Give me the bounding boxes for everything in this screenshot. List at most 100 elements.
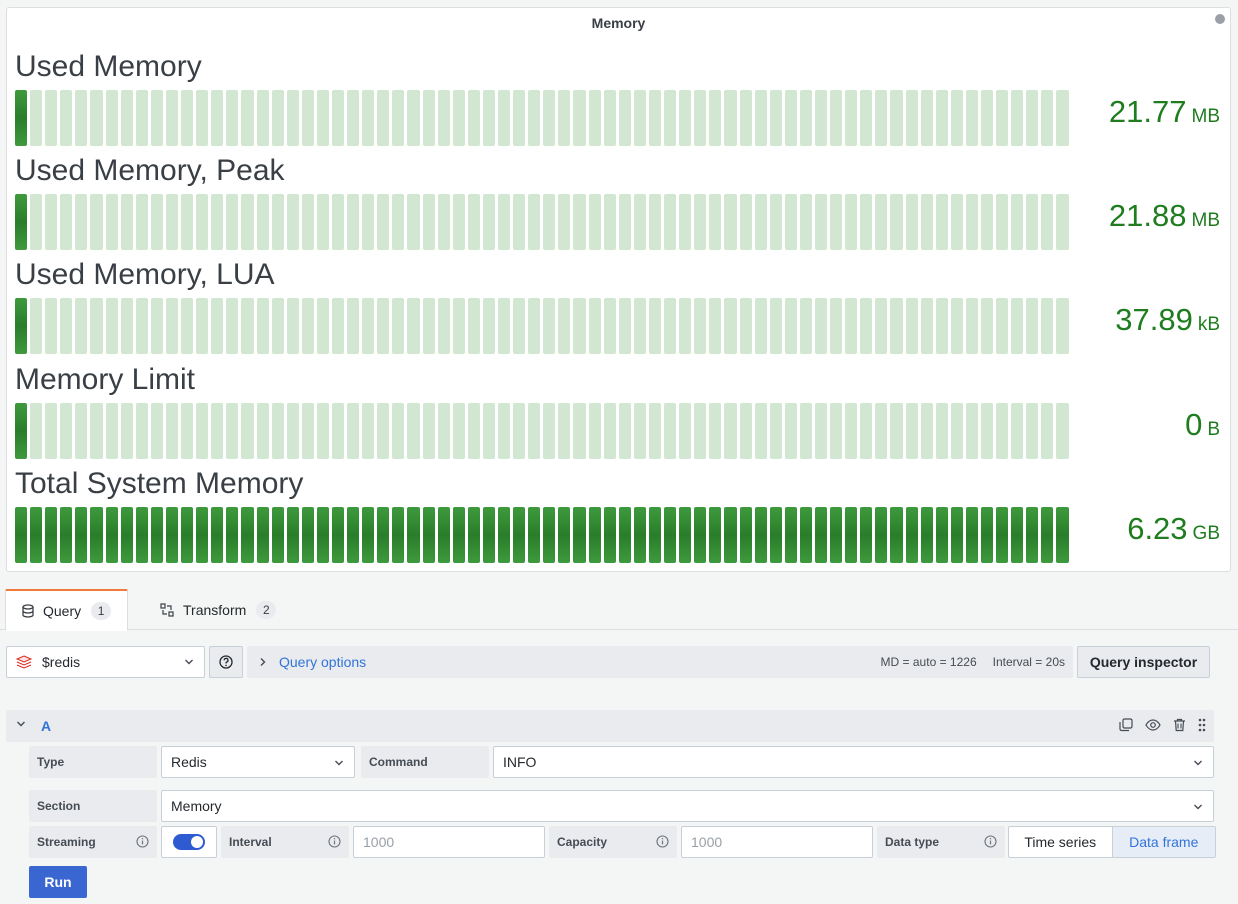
gauge-number: 37.89: [1115, 302, 1193, 337]
gauge-cell: [211, 90, 224, 146]
query-ref-id[interactable]: A: [41, 718, 51, 734]
datasource-picker[interactable]: $redis: [6, 646, 205, 678]
redis-icon: [16, 655, 32, 669]
info-circle-icon[interactable]: [136, 835, 149, 848]
data-type-option-time-series[interactable]: Time series: [1009, 827, 1112, 857]
streaming-label-text: Streaming: [37, 835, 96, 849]
gauge-cell: [633, 298, 646, 354]
gauge-cell: [981, 90, 994, 146]
gauge-cell: [271, 403, 284, 459]
gauge-cell: [452, 194, 465, 250]
command-label: Command: [361, 746, 489, 778]
gauge-cell: [181, 90, 194, 146]
gauge-cell: [905, 507, 918, 563]
gauge-cell: [981, 194, 994, 250]
gauge-cell: [467, 298, 480, 354]
gauge-cell: [392, 194, 405, 250]
drag-handle-icon[interactable]: [1198, 718, 1206, 732]
gauge-cell: [1041, 194, 1054, 250]
gauge-cell: [30, 90, 43, 146]
gauge-cell: [965, 403, 978, 459]
gauge-cell: [875, 403, 888, 459]
gauge-cell: [950, 298, 963, 354]
gauge-cell: [603, 194, 616, 250]
section-select[interactable]: Memory: [161, 790, 1214, 822]
datasource-help-button[interactable]: [209, 646, 243, 678]
gauge-cell: [528, 194, 541, 250]
gauge-cell: [15, 507, 28, 563]
gauge-value: 6.23 GB: [1127, 511, 1220, 559]
gauge-cell: [181, 507, 194, 563]
gauge-cell: [920, 194, 933, 250]
gauge-cell: [165, 298, 179, 354]
query-row-header[interactable]: A: [6, 710, 1214, 742]
gauge-cell: [90, 507, 103, 563]
gauge-cell: [45, 403, 58, 459]
gauge-cell: [875, 90, 888, 146]
gauge-cell: [377, 298, 390, 354]
toggle-switch[interactable]: [173, 834, 205, 850]
type-select[interactable]: Redis: [161, 746, 355, 778]
gauge-cell: [709, 194, 722, 250]
gauge-cell: [905, 90, 918, 146]
gauge-cell: [271, 194, 284, 250]
gauge-cell: [467, 403, 480, 459]
info-circle-icon[interactable]: [328, 835, 341, 848]
gauge-cell: [935, 403, 948, 459]
info-circle-icon[interactable]: [984, 835, 997, 848]
gauge-cell: [211, 298, 224, 354]
chevron-down-icon[interactable]: [16, 720, 26, 728]
gauge-cell: [754, 507, 767, 563]
capacity-input[interactable]: [681, 826, 873, 858]
gauge-cell: [392, 298, 405, 354]
gauge-cell: [603, 507, 616, 563]
interval-input[interactable]: [353, 826, 545, 858]
run-button[interactable]: Run: [29, 866, 87, 898]
query-inspector-button[interactable]: Query inspector: [1077, 646, 1210, 678]
gauge-cell: [739, 90, 752, 146]
panel-title[interactable]: Memory: [7, 15, 1230, 31]
gauge-cell: [814, 298, 828, 354]
gauge-cell: [105, 298, 118, 354]
trash-icon[interactable]: [1173, 718, 1186, 732]
gauge-cell: [392, 403, 405, 459]
eye-icon[interactable]: [1145, 718, 1161, 732]
query-options-toggle[interactable]: Query options MD = auto = 1226 Interval =…: [247, 646, 1073, 678]
gauge-cell: [965, 90, 978, 146]
info-circle-icon[interactable]: [656, 835, 669, 848]
gauge-cell: [347, 90, 360, 146]
data-type-radio-group: Time series Data frame: [1008, 826, 1216, 858]
gauge-cell: [543, 90, 556, 146]
gauge-cell: [241, 298, 254, 354]
gauge-cell: [347, 298, 360, 354]
gauge-cell: [996, 403, 1009, 459]
gauge-cell: [543, 194, 556, 250]
data-type-option-data-frame[interactable]: Data frame: [1111, 827, 1215, 857]
gauge-cell: [90, 90, 103, 146]
gauge-cell: [799, 507, 812, 563]
gauge-cell: [15, 403, 28, 459]
gauge-cell: [920, 403, 933, 459]
tab-transform[interactable]: Transform 2: [160, 589, 277, 630]
gauge-cell: [30, 194, 43, 250]
tab-query[interactable]: Query 1: [5, 589, 128, 631]
gauge-cell: [679, 298, 692, 354]
gauge-cell: [935, 194, 948, 250]
gauge-cell: [226, 90, 239, 146]
gauge-cell: [331, 403, 345, 459]
gauge-cell: [407, 90, 420, 146]
gauge-cell: [498, 403, 511, 459]
gauge-cell: [814, 507, 828, 563]
gauge-cell: [150, 298, 163, 354]
gauge-cell: [286, 403, 299, 459]
gauge-cell: [316, 507, 329, 563]
gauge-cell: [830, 403, 843, 459]
gauge-cell: [331, 90, 345, 146]
panel-status-dot-icon[interactable]: [1215, 14, 1225, 24]
streaming-toggle[interactable]: [161, 826, 217, 858]
command-select[interactable]: INFO: [493, 746, 1214, 778]
copy-icon[interactable]: [1119, 718, 1133, 732]
gauge-cell: [905, 194, 918, 250]
gauge-cell: [301, 90, 314, 146]
gauge-cell: [543, 403, 556, 459]
